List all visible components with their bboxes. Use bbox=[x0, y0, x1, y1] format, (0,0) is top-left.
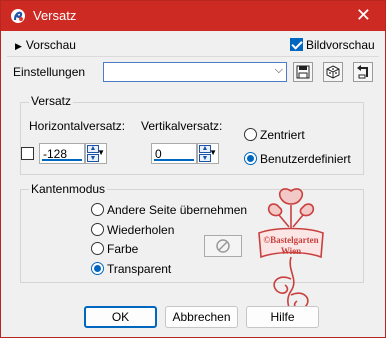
window-title: Versatz bbox=[33, 8, 77, 23]
reset-button[interactable] bbox=[353, 62, 373, 82]
radio-andere-seite[interactable] bbox=[91, 203, 104, 216]
bildvorschau-check-icon[interactable] bbox=[290, 38, 303, 52]
horizontal-slider[interactable] bbox=[42, 159, 82, 161]
radio-zentriert[interactable] bbox=[244, 128, 257, 141]
farbe-label: Farbe bbox=[107, 242, 139, 256]
radio-wiederholen[interactable] bbox=[91, 223, 104, 236]
dialog-window: Versatz ✕ ▶ Vorschau Bildvorschau Einstel… bbox=[0, 0, 386, 338]
no-color-icon bbox=[216, 239, 230, 253]
save-icon bbox=[296, 65, 310, 79]
radio-benutzerdefiniert[interactable] bbox=[244, 152, 257, 165]
wiederholen-label: Wiederholen bbox=[107, 223, 175, 237]
radio-transparent[interactable] bbox=[91, 262, 104, 275]
horizontal-label: Horizontalversatz: bbox=[29, 119, 126, 133]
dropdown-arrow-icon[interactable]: ▼ bbox=[209, 148, 217, 157]
svg-text:©Bastelgarten: ©Bastelgarten bbox=[263, 235, 318, 245]
horizontal-spinner[interactable]: ▲ ▼ ▼ bbox=[85, 143, 107, 164]
benutzerdefiniert-label: Benutzerdefiniert bbox=[260, 152, 351, 166]
app-icon bbox=[11, 9, 25, 23]
vertical-spinner[interactable]: ▲ ▼ ▼ bbox=[197, 143, 219, 164]
ok-button[interactable]: OK bbox=[84, 306, 157, 328]
settings-combo[interactable]: ⌵ bbox=[103, 62, 287, 82]
zentriert-label: Zentriert bbox=[260, 128, 305, 142]
kantenmodus-group-title: Kantenmodus bbox=[29, 182, 108, 196]
help-button[interactable]: Hilfe bbox=[246, 306, 319, 328]
color-swatch[interactable] bbox=[204, 235, 242, 257]
divider bbox=[7, 56, 379, 57]
vertical-slider[interactable] bbox=[154, 159, 194, 161]
bildvorschau-checkbox[interactable]: Bildvorschau bbox=[290, 37, 375, 52]
horizontal-input[interactable]: -128 bbox=[39, 143, 85, 164]
versatz-group-title: Versatz bbox=[29, 94, 74, 108]
title-bar[interactable]: Versatz ✕ bbox=[1, 1, 385, 31]
random-preset-button[interactable] bbox=[323, 62, 343, 82]
andere-seite-label: Andere Seite übernehmen bbox=[107, 203, 248, 217]
vertical-label: Vertikalversatz: bbox=[141, 119, 223, 133]
radio-farbe[interactable] bbox=[91, 242, 104, 255]
settings-label: Einstellungen bbox=[13, 65, 86, 79]
save-preset-button[interactable] bbox=[293, 62, 313, 82]
cancel-button[interactable]: Abbrechen bbox=[165, 306, 238, 328]
dropdown-arrow-icon[interactable]: ▼ bbox=[97, 148, 105, 157]
svg-text:Wien: Wien bbox=[281, 246, 301, 256]
vertical-input[interactable]: 0 bbox=[151, 143, 197, 164]
dice-icon bbox=[326, 65, 340, 79]
close-icon[interactable]: ✕ bbox=[356, 5, 371, 26]
preview-toggle-label: Vorschau bbox=[25, 38, 76, 52]
transparent-label: Transparent bbox=[107, 262, 172, 276]
link-checkbox[interactable] bbox=[21, 147, 34, 160]
undo-arrow-icon bbox=[357, 65, 368, 79]
chevron-down-icon[interactable]: ⌵ bbox=[275, 64, 283, 77]
bildvorschau-label: Bildvorschau bbox=[306, 37, 375, 52]
expand-triangle-icon: ▶ bbox=[15, 41, 22, 51]
preview-toggle[interactable]: ▶ Vorschau bbox=[15, 38, 76, 52]
